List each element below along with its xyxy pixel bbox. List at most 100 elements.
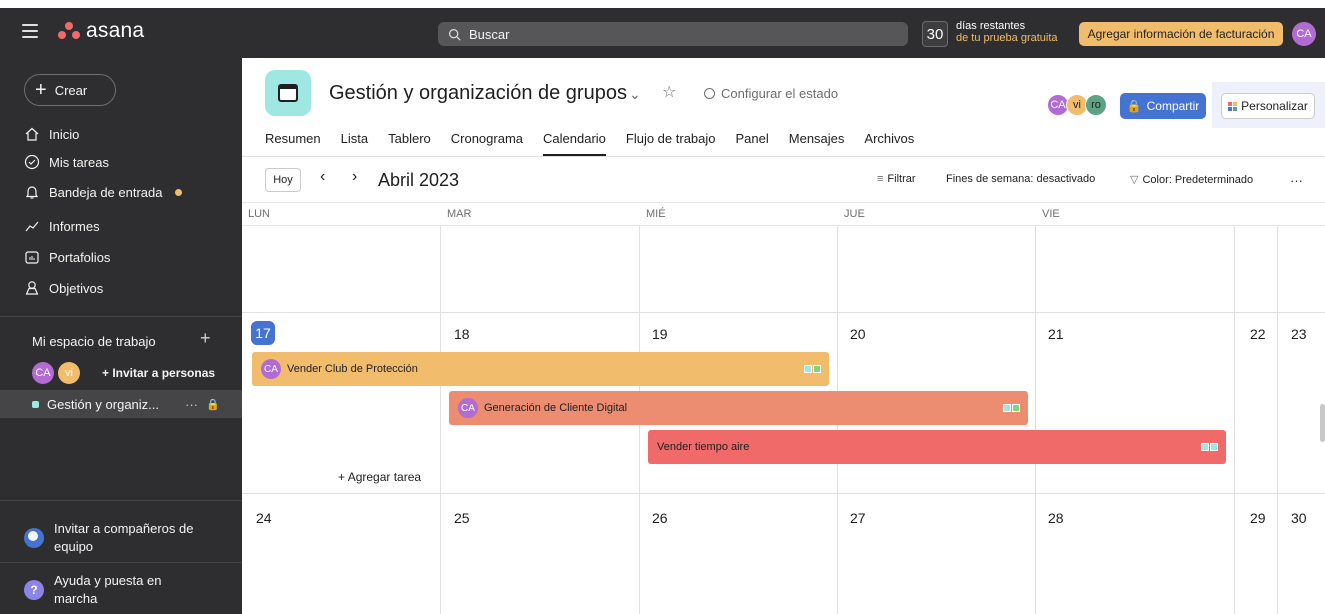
add-task-label: Agregar tarea (347, 470, 422, 484)
customize-button[interactable]: Personalizar (1221, 93, 1315, 119)
date-number[interactable]: 28 (1048, 510, 1064, 526)
filter-button[interactable]: ≡ Filtrar (877, 173, 916, 185)
sidebar-item-goals[interactable]: Objetivos (24, 280, 103, 296)
sidebar: + Crear Inicio Mis tareas Bandeja de ent… (0, 58, 242, 614)
date-number[interactable]: 25 (454, 510, 470, 526)
add-billing-button[interactable]: Agregar información de facturación (1079, 22, 1283, 46)
sidebar-item-portfolios[interactable]: Portafolios (24, 249, 110, 265)
more-options-icon[interactable]: ··· (185, 397, 198, 412)
add-task-button[interactable]: + Agregar tarea (338, 470, 421, 484)
plus-icon: + (35, 79, 47, 101)
task-bar[interactable]: CA Vender Club de Protección (252, 352, 829, 386)
avatar[interactable]: CA (458, 398, 478, 418)
date-number[interactable]: 30 (1291, 510, 1307, 526)
today-button[interactable]: Hoy (265, 168, 301, 192)
page-title[interactable]: Gestión y organización de grupos (329, 82, 627, 105)
sidebar-item-project[interactable]: Gestión y organiz... ··· 🔒 (0, 390, 242, 418)
sidebar-item-label: Objetivos (49, 280, 104, 296)
user-avatar[interactable]: CA (1292, 22, 1316, 46)
day-column-divider (1035, 226, 1036, 614)
date-number[interactable]: 18 (454, 326, 470, 342)
project-members[interactable]: CA vi ro (1047, 94, 1107, 116)
tab-dashboard[interactable]: Panel (736, 131, 769, 156)
date-number[interactable]: 20 (850, 326, 866, 342)
top-bar: asana Buscar 30 días restantes de tu pru… (0, 8, 1325, 58)
avatar[interactable]: ro (1085, 94, 1107, 116)
invite-teammates-line-1: Invitar a compañeros de (54, 521, 194, 536)
sidebar-item-label: Informes (49, 218, 100, 234)
task-name: Generación de Cliente Digital (484, 402, 628, 414)
day-header: LUN (248, 208, 271, 220)
tab-files[interactable]: Archivos (864, 131, 914, 156)
filter-icon: ≡ (877, 173, 884, 185)
chevron-right-icon[interactable]: › (352, 168, 357, 186)
invite-people-label: Invitar a personas (112, 366, 216, 380)
tab-calendar[interactable]: Calendario (543, 131, 606, 156)
search-icon (449, 28, 461, 41)
sidebar-divider (0, 562, 242, 563)
task-bar[interactable]: CA Generación de Cliente Digital (449, 391, 1028, 425)
date-number[interactable]: 23 (1291, 326, 1307, 342)
tab-messages[interactable]: Mensajes (789, 131, 845, 156)
invite-people-button[interactable]: + Invitar a personas (102, 366, 215, 380)
sidebar-item-reports[interactable]: Informes (24, 218, 100, 234)
project-icon[interactable] (265, 70, 311, 116)
day-header: MIÉ (646, 208, 666, 220)
menu-icon[interactable] (22, 24, 38, 38)
set-status-button[interactable]: Configurar el estado (704, 86, 838, 101)
calendar-week-row (242, 226, 1325, 313)
tab-overview[interactable]: Resumen (265, 131, 321, 156)
create-button[interactable]: + Crear (24, 74, 116, 106)
weekends-toggle[interactable]: Fines de semana: desactivado (946, 173, 1095, 185)
invite-teammates-button[interactable]: Invitar a compañeros de equipo (24, 520, 193, 556)
avatar[interactable]: CA (261, 359, 281, 379)
help-icon: ? (24, 580, 44, 600)
day-column-divider (1234, 226, 1235, 614)
date-number[interactable]: 24 (256, 510, 272, 526)
today-date[interactable]: 17 (251, 321, 275, 345)
chevron-down-icon[interactable]: ⌄ (629, 86, 641, 103)
help-line-1: Ayuda y puesta en (54, 573, 162, 588)
avatar[interactable]: CA (32, 362, 54, 384)
date-number[interactable]: 26 (652, 510, 668, 526)
sidebar-item-inbox[interactable]: Bandeja de entrada (24, 184, 183, 200)
workspace-title[interactable]: Mi espacio de trabajo (32, 334, 156, 349)
search-input[interactable]: Buscar (438, 22, 908, 46)
add-workspace-item-button[interactable]: + (200, 328, 211, 349)
asana-logo[interactable]: asana (58, 19, 144, 43)
tab-workflow[interactable]: Flujo de trabajo (626, 131, 716, 156)
avatar[interactable]: vi (58, 362, 80, 384)
color-button[interactable]: ▽ Color: Predeterminado (1130, 173, 1253, 187)
date-number[interactable]: 27 (850, 510, 866, 526)
tab-board[interactable]: Tablero (388, 131, 431, 156)
calendar-day-headers: LUN MAR MIÉ JUE VIE (242, 202, 1325, 226)
scrollbar[interactable] (1320, 404, 1325, 442)
project-tabs: Resumen Lista Tablero Cronograma Calenda… (265, 131, 934, 156)
lock-icon: 🔒 (1126, 99, 1142, 113)
sidebar-item-home[interactable]: Inicio (24, 126, 79, 142)
tab-timeline[interactable]: Cronograma (451, 131, 523, 156)
share-label: Compartir (1146, 99, 1200, 113)
date-number[interactable]: 22 (1250, 326, 1266, 342)
chart-line-icon (25, 221, 39, 232)
folder-icon (25, 251, 39, 264)
lock-icon: 🔒 (206, 398, 220, 411)
date-number[interactable]: 19 (652, 326, 668, 342)
chevron-left-icon[interactable]: ‹ (320, 168, 325, 186)
invite-teammates-line-2: equipo (54, 539, 94, 554)
tab-list[interactable]: Lista (341, 131, 368, 156)
date-number[interactable]: 21 (1048, 326, 1064, 342)
logo-text: asana (86, 19, 145, 42)
set-status-label: Configurar el estado (721, 86, 839, 101)
date-number[interactable]: 29 (1250, 510, 1266, 526)
share-button[interactable]: 🔒 Compartir (1120, 93, 1206, 119)
workspace-members: CA vi + Invitar a personas (32, 362, 215, 384)
task-bar[interactable]: Vender tiempo aire (648, 430, 1226, 464)
star-icon[interactable]: ☆ (662, 82, 676, 102)
trial-text: días restantes de tu prueba gratuita (956, 20, 1058, 44)
day-header: JUE (844, 208, 865, 220)
more-options-button[interactable]: ··· (1290, 173, 1303, 188)
sidebar-item-my-tasks[interactable]: Mis tareas (24, 154, 109, 170)
invite-teammates-label: Invitar a compañeros de equipo (54, 520, 193, 556)
help-button[interactable]: ? Ayuda y puesta en marcha (24, 572, 161, 608)
